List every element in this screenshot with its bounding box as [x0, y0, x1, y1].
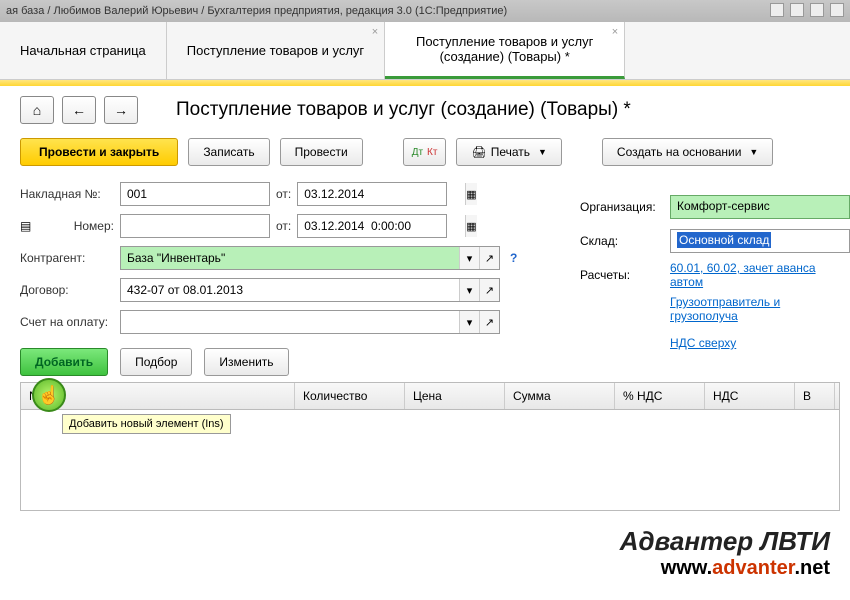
tab-receipts[interactable]: Поступление товаров и услуг ×	[167, 22, 385, 79]
calendar-icon[interactable]: ▦	[465, 215, 476, 237]
contract-label: Договор:	[20, 283, 114, 297]
items-table: N Количество Цена Сумма % НДС НДС В	[20, 382, 840, 511]
settlements-link[interactable]: 60.01, 60.02, зачет аванса автом	[670, 261, 850, 289]
org-field[interactable]: Комфорт-сервис	[670, 195, 850, 219]
table-header: N Количество Цена Сумма % НДС НДС В	[21, 383, 839, 410]
col-sum[interactable]: Сумма	[505, 383, 615, 409]
col-qty[interactable]: Количество	[295, 383, 405, 409]
number-field[interactable]	[120, 214, 270, 238]
tab-label: Начальная страница	[20, 43, 146, 58]
title-icon-1[interactable]	[770, 3, 784, 17]
list-icon[interactable]: ▤	[20, 219, 44, 233]
back-button[interactable]: ←	[62, 96, 96, 124]
watermark: Адвантер ЛВТИ www.advanter.net	[620, 526, 830, 580]
settlements-label: Расчеты:	[580, 268, 670, 282]
forward-button[interactable]: →	[104, 96, 138, 124]
vat-link[interactable]: НДС сверху	[670, 336, 850, 350]
col-name[interactable]	[55, 383, 295, 409]
printer-icon: 🖨	[471, 145, 486, 159]
chevron-down-icon[interactable]: ▾	[459, 247, 479, 269]
from-label-2: от:	[276, 219, 291, 233]
pick-button[interactable]: Подбор	[120, 348, 192, 376]
save-button[interactable]: Записать	[188, 138, 269, 166]
number-label: Номер:	[50, 219, 114, 233]
invoice-no-label: Накладная №:	[20, 187, 114, 201]
cursor-hand-icon: ☝	[32, 378, 66, 412]
title-icon-3[interactable]	[810, 3, 824, 17]
chevron-down-icon[interactable]: ▾	[459, 279, 479, 301]
create-based-button[interactable]: Создать на основании▼	[602, 138, 773, 166]
shipper-link[interactable]: Грузоотправитель и грузополуча	[670, 295, 850, 323]
chevron-down-icon: ▼	[749, 147, 758, 157]
edit-button[interactable]: Изменить	[204, 348, 288, 376]
tab-receipt-create[interactable]: Поступление товаров и услуг (создание) (…	[385, 22, 625, 79]
watermark-line2: www.advanter.net	[620, 557, 830, 580]
org-label: Организация:	[580, 200, 670, 214]
tab-label: Поступление товаров и услуг	[187, 43, 364, 58]
post-button[interactable]: Провести	[280, 138, 363, 166]
calendar-icon[interactable]: ▦	[465, 183, 476, 205]
tabs-row: Начальная страница Поступление товаров и…	[0, 22, 850, 80]
invoice-pay-label: Счет на оплату:	[20, 315, 114, 329]
print-button[interactable]: 🖨Печать▼	[456, 138, 561, 166]
invoice-no-field[interactable]	[120, 182, 270, 206]
add-tooltip: Добавить новый элемент (Ins)	[62, 414, 231, 434]
tab-start-page[interactable]: Начальная страница	[0, 22, 167, 79]
number-date-field[interactable]: ▦	[297, 214, 447, 238]
title-icon-4[interactable]	[830, 3, 844, 17]
warehouse-label: Склад:	[580, 234, 670, 248]
chevron-down-icon[interactable]: ▾	[459, 311, 479, 333]
title-icon-2[interactable]	[790, 3, 804, 17]
post-and-close-button[interactable]: Провести и закрыть	[20, 138, 178, 166]
close-icon[interactable]: ×	[372, 26, 378, 38]
watermark-line1: Адвантер ЛВТИ	[620, 526, 830, 557]
invoice-date-field[interactable]: ▦	[297, 182, 447, 206]
col-price[interactable]: Цена	[405, 383, 505, 409]
title-icons	[770, 0, 844, 22]
chevron-down-icon: ▼	[538, 147, 547, 157]
col-v[interactable]: В	[795, 383, 835, 409]
page-title: Поступление товаров и услуг (создание) (…	[176, 99, 631, 121]
add-button[interactable]: Добавить	[20, 348, 108, 376]
counterparty-field[interactable]: ▾ ↗	[120, 246, 500, 270]
warehouse-field[interactable]: Основной склад	[670, 229, 850, 253]
counterparty-label: Контрагент:	[20, 251, 114, 265]
col-vat-pct[interactable]: % НДС	[615, 383, 705, 409]
open-icon[interactable]: ↗	[479, 279, 499, 301]
dtkt-button[interactable]: ДтКт	[403, 138, 447, 166]
open-icon[interactable]: ↗	[479, 311, 499, 333]
window-titlebar: ая база / Любимов Валерий Юрьевич / Бухг…	[0, 0, 850, 22]
col-vat[interactable]: НДС	[705, 383, 795, 409]
invoice-pay-field[interactable]: ▾ ↗	[120, 310, 500, 334]
from-label: от:	[276, 187, 291, 201]
contract-field[interactable]: ▾ ↗	[120, 278, 500, 302]
home-button[interactable]: ⌂	[20, 96, 54, 124]
window-title: ая база / Любимов Валерий Юрьевич / Бухг…	[6, 0, 507, 22]
tab-label: Поступление товаров и услуг (создание) (…	[405, 34, 604, 64]
help-icon[interactable]: ?	[510, 251, 517, 265]
close-icon[interactable]: ×	[612, 26, 618, 38]
open-icon[interactable]: ↗	[479, 247, 499, 269]
